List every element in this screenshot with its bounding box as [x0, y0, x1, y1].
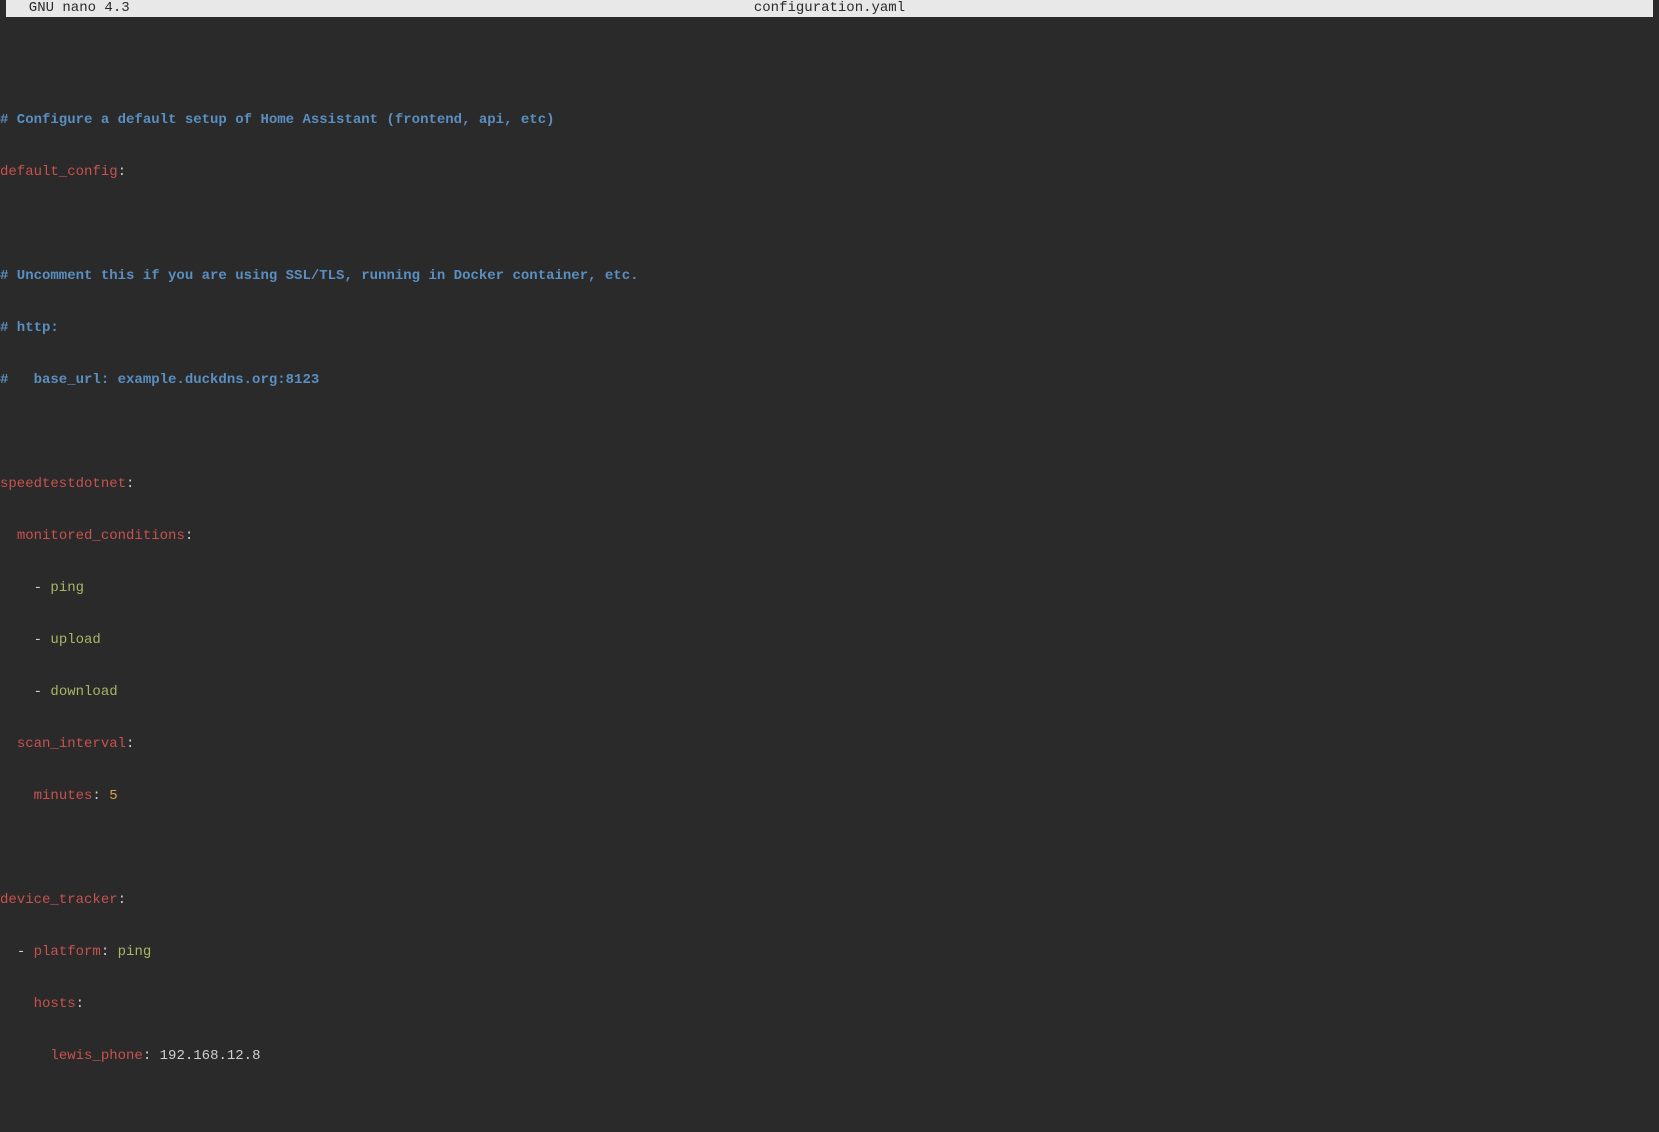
comment-line: # base_url: example.duckdns.org:8123 [0, 372, 1659, 389]
titlebar: GNU nano 4.3 configuration.yaml [6, 0, 1653, 17]
blank-line [0, 840, 1659, 857]
yaml-line: - upload [0, 632, 1659, 649]
filename: configuration.yaml [754, 0, 905, 17]
yaml-line: - platform: ping [0, 944, 1659, 961]
yaml-line: lewis_phone: 192.168.12.8 [0, 1048, 1659, 1065]
comment-line: # Uncomment this if you are using SSL/TL… [0, 268, 1659, 285]
app-name: GNU nano 4.3 [12, 0, 130, 17]
comment-line: # http: [0, 320, 1659, 337]
editor-area[interactable]: # Configure a default setup of Home Assi… [0, 17, 1659, 1132]
yaml-line: default_config: [0, 164, 1659, 181]
yaml-line: scan_interval: [0, 736, 1659, 753]
yaml-line: - ping [0, 580, 1659, 597]
yaml-line: device_tracker: [0, 892, 1659, 909]
yaml-line: - download [0, 684, 1659, 701]
yaml-line: speedtestdotnet: [0, 476, 1659, 493]
blank-line [0, 216, 1659, 233]
yaml-line: hosts: [0, 996, 1659, 1013]
yaml-line: minutes: 5 [0, 788, 1659, 805]
blank-line [0, 1100, 1659, 1117]
comment-line: # Configure a default setup of Home Assi… [0, 112, 1659, 129]
yaml-line: monitored_conditions: [0, 528, 1659, 545]
blank-line [0, 424, 1659, 441]
blank-line [0, 60, 1659, 77]
